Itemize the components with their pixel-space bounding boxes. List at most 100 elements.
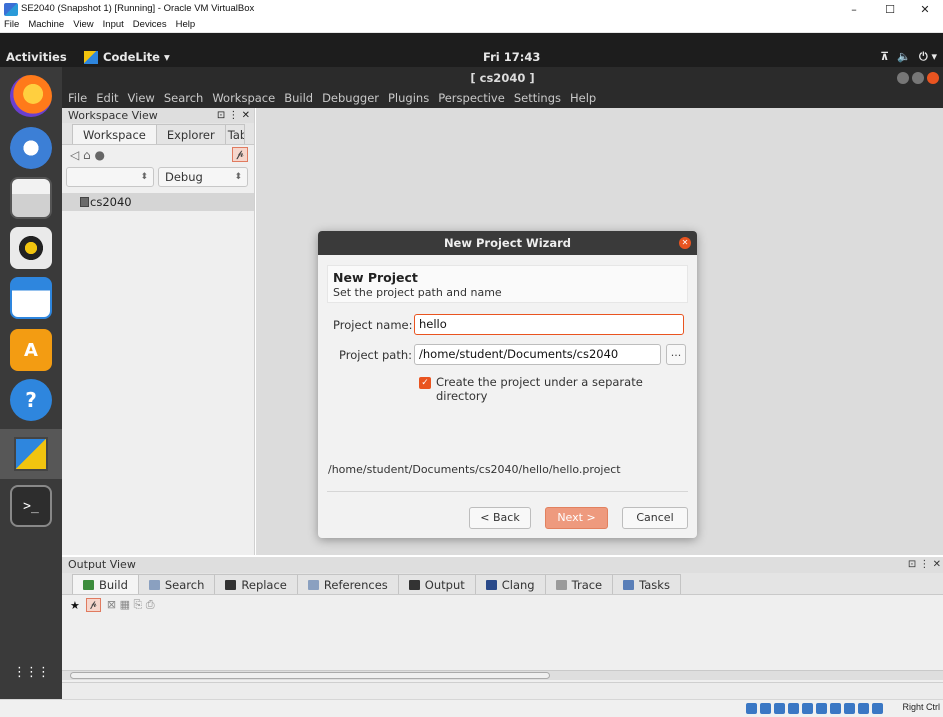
project-path-input[interactable]: /home/student/Documents/cs2040 — [414, 344, 661, 365]
codelite-icon — [84, 50, 98, 64]
tab-trace[interactable]: Trace — [544, 574, 614, 594]
firefox-icon[interactable] — [10, 75, 52, 117]
select-arrow-icon: ⬍ — [234, 172, 242, 182]
menu-plugins[interactable]: Plugins — [388, 89, 429, 108]
terminal-icon[interactable]: >_ — [10, 485, 52, 527]
hdd-icon[interactable] — [746, 703, 757, 714]
output-tabs: Build Search Replace References Output C… — [62, 573, 943, 595]
workspace-selectors: ⬍ Debug ⬍ — [62, 165, 254, 189]
files-icon[interactable] — [10, 177, 52, 219]
app-menu-button[interactable]: CodeLite ▾ — [84, 50, 170, 64]
browse-button[interactable]: ... — [666, 344, 686, 365]
workspace-nav-icons[interactable]: ◁ ⌂ ● — [70, 148, 105, 162]
host-maximize-button[interactable]: ☐ — [872, 0, 908, 19]
tab-search[interactable]: Search — [137, 574, 216, 594]
next-button[interactable]: Next > — [545, 507, 608, 529]
workspace-header: Workspace View ⊡ ⋮ ✕ — [62, 108, 254, 123]
recording-icon[interactable] — [844, 703, 855, 714]
tasks-icon — [623, 579, 635, 590]
help-icon[interactable]: ? — [10, 379, 52, 421]
menu-view[interactable]: View — [128, 89, 155, 108]
dialog-titlebar: New Project Wizard ✕ — [318, 231, 697, 255]
dialog-title: New Project Wizard — [443, 236, 572, 250]
workspace-header-buttons[interactable]: ⊡ ⋮ ✕ — [217, 108, 250, 123]
codelite-window-title: [ cs2040 ] — [470, 71, 535, 85]
audio-icon[interactable] — [774, 703, 785, 714]
system-tray[interactable]: ⊼ 🔈 ⏻ ▾ — [880, 50, 937, 64]
tab-tasks[interactable]: Tasks — [612, 574, 681, 594]
output-header-buttons[interactable]: ⊡ ⋮ ✕ — [908, 557, 941, 573]
replace-icon — [225, 579, 237, 590]
link-editor-icon[interactable]: 𝓹 — [232, 147, 248, 162]
host-menu-help[interactable]: Help — [176, 19, 196, 30]
writer-icon[interactable] — [10, 277, 52, 319]
menu-help[interactable]: Help — [570, 89, 596, 108]
codelite-menubar: File Edit View Search Workspace Build De… — [62, 89, 943, 108]
tree-item-project[interactable]: cs2040 — [62, 193, 254, 211]
host-close-button[interactable]: ✕ — [907, 0, 943, 19]
clock[interactable]: Fri 17:43 — [483, 50, 540, 64]
project-name-input[interactable]: hello — [414, 314, 684, 335]
thunderbird-icon[interactable] — [10, 127, 52, 169]
shared-folder-icon[interactable] — [816, 703, 827, 714]
mouse-icon[interactable] — [872, 703, 883, 714]
references-icon — [307, 579, 319, 590]
menu-file[interactable]: File — [68, 89, 87, 108]
activities-button[interactable]: Activities — [6, 50, 67, 64]
output-header: Output View ⊡ ⋮ ✕ — [62, 557, 943, 573]
menu-search[interactable]: Search — [164, 89, 204, 108]
host-minimize-button[interactable]: – — [836, 0, 872, 19]
tab-tabs[interactable]: Tab — [224, 124, 245, 144]
cancel-button[interactable]: Cancel — [622, 507, 688, 529]
network-icon[interactable]: ⊼ — [880, 50, 889, 64]
power-icon[interactable]: ⏻ ▾ — [919, 50, 937, 64]
volume-icon[interactable]: 🔈 — [897, 50, 911, 64]
host-menu-devices[interactable]: Devices — [133, 19, 167, 30]
back-button[interactable]: < Back — [469, 507, 531, 529]
new-project-wizard-dialog: New Project Wizard ✕ New Project Set the… — [318, 231, 697, 538]
pin-icon[interactable]: ★ — [70, 599, 80, 612]
software-icon[interactable]: A — [10, 329, 52, 371]
menu-debugger[interactable]: Debugger — [322, 89, 379, 108]
usb-icon[interactable] — [802, 703, 813, 714]
rhythmbox-icon[interactable] — [10, 227, 52, 269]
search-icon — [148, 579, 160, 590]
link-icon[interactable]: 𝓹 — [85, 598, 101, 612]
separate-directory-label[interactable]: Create the project under a separate dire… — [436, 375, 697, 403]
tab-output[interactable]: Output — [397, 574, 476, 594]
output-horizontal-scrollbar[interactable] — [62, 670, 943, 680]
menu-workspace[interactable]: Workspace — [212, 89, 275, 108]
tab-explorer[interactable]: Explorer — [155, 124, 226, 144]
network-status-icon[interactable] — [788, 703, 799, 714]
cl-maximize-button[interactable] — [912, 72, 924, 84]
codelite-dock-icon[interactable] — [0, 429, 62, 479]
optical-icon[interactable] — [760, 703, 771, 714]
workspace-panel: Workspace View ⊡ ⋮ ✕ Workspace Explorer … — [62, 108, 255, 555]
menu-perspective[interactable]: Perspective — [438, 89, 505, 108]
host-menu-machine[interactable]: Machine — [28, 19, 64, 30]
cl-minimize-button[interactable] — [897, 72, 909, 84]
config-select[interactable]: Debug ⬍ — [158, 167, 248, 187]
host-menu-view[interactable]: View — [73, 19, 93, 30]
tab-clang[interactable]: Clang — [474, 574, 546, 594]
host-menu-input[interactable]: Input — [103, 19, 124, 30]
project-select[interactable]: ⬍ — [66, 167, 154, 187]
tab-build[interactable]: Build — [72, 574, 139, 594]
ubuntu-dock: A ? >_ ⋮⋮⋮ — [0, 67, 62, 699]
output-tool-icons[interactable]: ⊠ ▦ ⎘ ⎙ — [107, 598, 155, 612]
output-icon — [408, 579, 420, 590]
menu-settings[interactable]: Settings — [514, 89, 561, 108]
show-apps-icon[interactable]: ⋮⋮⋮ — [10, 651, 52, 693]
display-icon[interactable] — [830, 703, 841, 714]
tab-references[interactable]: References — [296, 574, 399, 594]
tab-workspace[interactable]: Workspace — [72, 124, 157, 144]
cpu-icon[interactable] — [858, 703, 869, 714]
cl-close-button[interactable] — [927, 72, 939, 84]
tab-replace[interactable]: Replace — [214, 574, 298, 594]
dialog-close-icon[interactable]: ✕ — [679, 237, 691, 249]
menu-edit[interactable]: Edit — [96, 89, 118, 108]
host-menu-file[interactable]: File — [4, 19, 19, 30]
separate-directory-checkbox[interactable]: ✓ — [419, 377, 431, 389]
menu-build[interactable]: Build — [284, 89, 313, 108]
scrollbar-thumb[interactable] — [70, 672, 550, 679]
